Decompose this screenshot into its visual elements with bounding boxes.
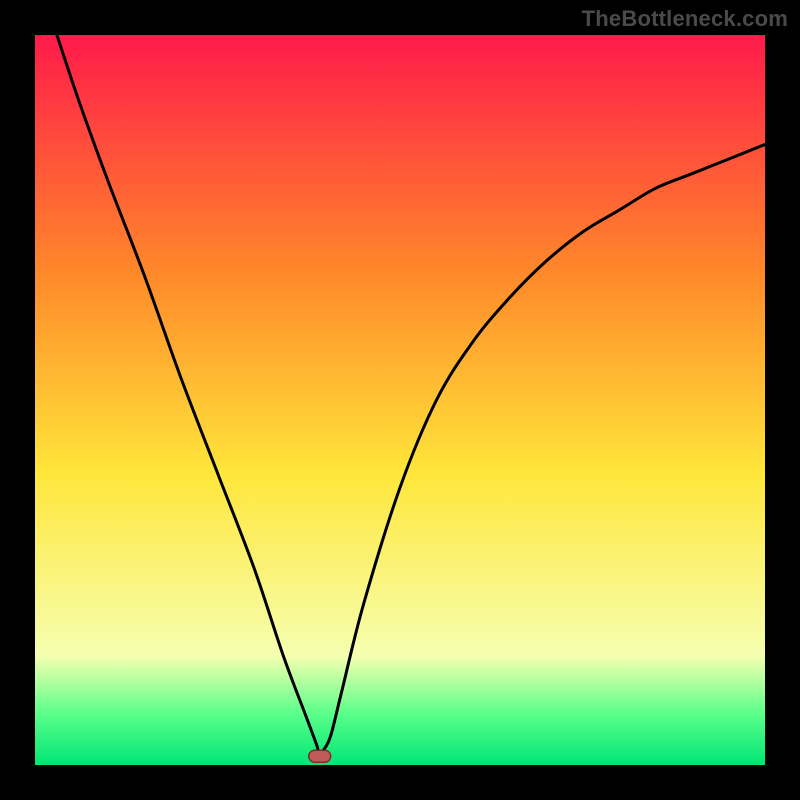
plot-area xyxy=(35,35,765,765)
watermark-text: TheBottleneck.com xyxy=(582,6,788,32)
optimal-point-marker xyxy=(309,750,331,762)
gradient-background xyxy=(35,35,765,765)
chart-svg xyxy=(35,35,765,765)
chart-frame: TheBottleneck.com xyxy=(0,0,800,800)
